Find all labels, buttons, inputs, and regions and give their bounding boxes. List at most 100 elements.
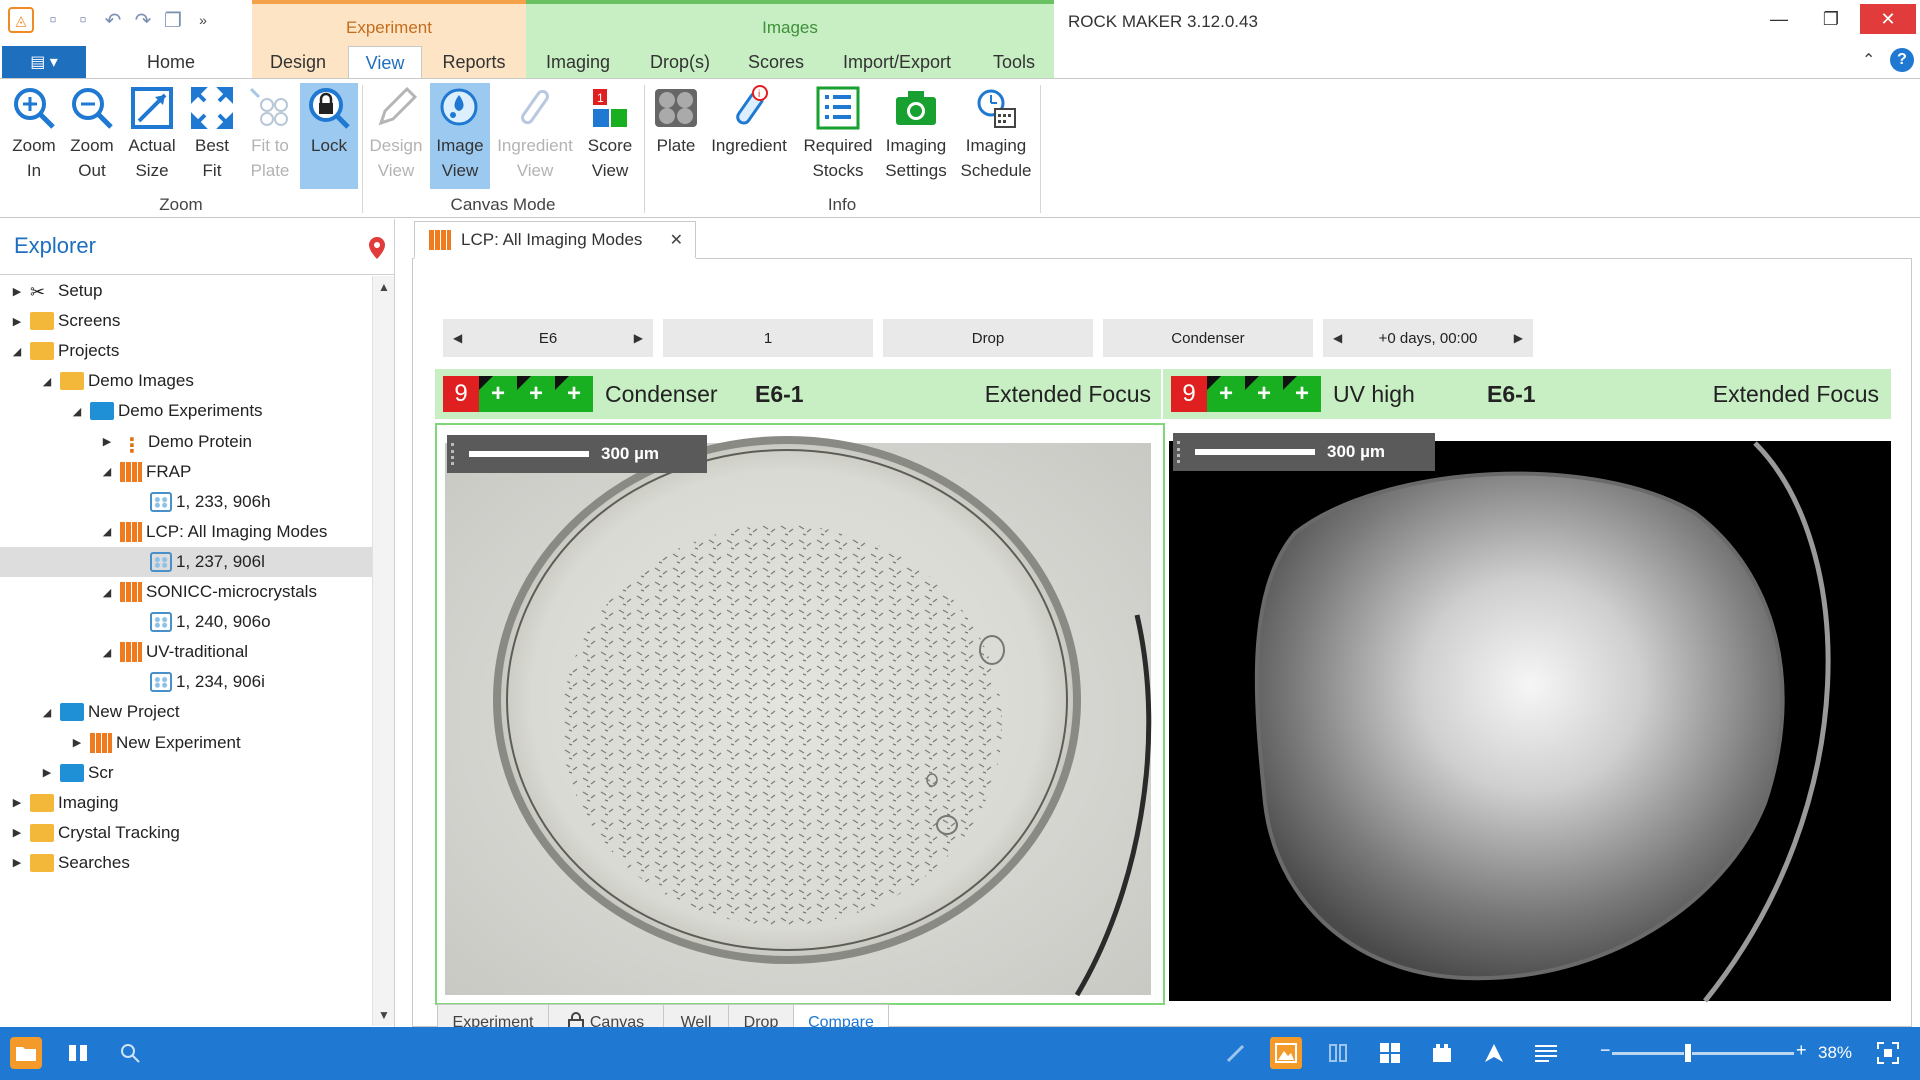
scroll-down-icon[interactable]: ▼ (373, 1004, 395, 1026)
tree-item[interactable]: 1, 234, 906i (0, 667, 372, 697)
tab-home[interactable]: Home (120, 46, 222, 78)
close-button[interactable]: ✕ (1860, 4, 1916, 34)
zoom-slider-thumb[interactable] (1684, 1043, 1692, 1063)
zoom-out-small-icon[interactable]: − (1600, 1040, 1611, 1061)
restore-button[interactable]: ❐ (1808, 4, 1854, 34)
collapse-arrow-icon[interactable]: ◢ (10, 345, 24, 358)
collapse-arrow-icon[interactable]: ◢ (100, 586, 114, 599)
well-selector[interactable]: ◀ E6 ▶ (443, 319, 653, 357)
pin-icon[interactable] (368, 236, 386, 265)
imaging-schedule-button[interactable]: Imaging Schedule (956, 83, 1036, 187)
required-stocks-button[interactable]: Required Stocks (800, 83, 876, 187)
expand-arrow-icon[interactable]: ▶ (10, 856, 24, 869)
drop-selector[interactable]: Drop (883, 319, 1093, 357)
tab-import-export[interactable]: Import/Export (836, 46, 958, 78)
zoom-slider[interactable] (1612, 1052, 1794, 1055)
details-icon[interactable] (1530, 1037, 1562, 1069)
expand-arrow-icon[interactable]: ▶ (10, 826, 24, 839)
right-image-pane[interactable]: 300 µm (1165, 423, 1893, 1005)
imaging-mode-selector[interactable]: Condenser (1103, 319, 1313, 357)
tree-item[interactable]: ◢ FRAP (0, 457, 372, 487)
more-commands-icon[interactable]: » (192, 9, 214, 31)
image-mode-icon[interactable] (1270, 1037, 1302, 1069)
robot-icon[interactable] (1426, 1037, 1458, 1069)
scroll-up-icon[interactable]: ▲ (373, 276, 395, 298)
expand-arrow-icon[interactable]: ▶ (10, 796, 24, 809)
expand-arrow-icon[interactable]: ▶ (100, 435, 114, 448)
collapse-arrow-icon[interactable]: ◢ (100, 465, 114, 478)
score-view-button[interactable]: 1 Score View (580, 83, 640, 187)
lock-button[interactable]: Lock (300, 83, 358, 189)
document-tab[interactable]: LCP: All Imaging Modes ✕ (414, 221, 696, 259)
plate-button[interactable]: Plate (648, 83, 704, 187)
drop-number-selector[interactable]: 1 (663, 319, 873, 357)
collapse-arrow-icon[interactable]: ◢ (100, 646, 114, 659)
copy-icon[interactable]: ❐ (162, 9, 184, 32)
tubes-icon[interactable] (1322, 1037, 1354, 1069)
tree-item[interactable]: ▶ ✂ Setup (0, 276, 372, 306)
tab-scores[interactable]: Scores (738, 46, 814, 78)
expand-arrow-icon[interactable]: ▶ (40, 766, 54, 779)
tab-view[interactable]: View (348, 46, 422, 79)
undo-icon[interactable]: ↶ (102, 9, 124, 32)
zoom-out-button[interactable]: Zoom Out (64, 83, 120, 187)
collapse-arrow-icon[interactable]: ◢ (100, 525, 114, 538)
expand-arrow-icon[interactable]: ▶ (70, 736, 84, 749)
tree-item[interactable]: ◢ Projects (0, 336, 372, 366)
grid-view-icon[interactable] (1374, 1037, 1406, 1069)
tree-item[interactable]: ▶ Searches (0, 848, 372, 878)
navigate-icon[interactable] (1478, 1037, 1510, 1069)
expand-arrow-icon[interactable]: ▶ (10, 315, 24, 328)
pen-icon[interactable] (1220, 1037, 1252, 1069)
left-image-pane[interactable]: 300 µm (435, 423, 1165, 1005)
tree-item[interactable]: ◢ UV-traditional (0, 637, 372, 667)
tab-reports[interactable]: Reports (432, 46, 516, 78)
tree-item[interactable]: ▶ Screens (0, 306, 372, 336)
condenser-drop-image[interactable] (437, 425, 1163, 1003)
next-time-icon[interactable]: ▶ (1514, 331, 1523, 345)
tree-item[interactable]: ◢ New Project (0, 697, 372, 727)
imaging-settings-button[interactable]: Imaging Settings (880, 83, 952, 187)
collapse-ribbon-icon[interactable]: ⌃ (1862, 50, 1875, 70)
save-icon[interactable]: ▫ (42, 9, 64, 31)
tree-item[interactable]: 1, 233, 906h (0, 487, 372, 517)
drag-handle[interactable] (1177, 441, 1180, 463)
save-all-icon[interactable]: ▫ (72, 9, 94, 31)
zoom-in-small-icon[interactable]: + (1796, 1040, 1807, 1061)
uv-drop-image[interactable] (1165, 423, 1893, 1005)
scale-bar[interactable]: 300 µm (447, 435, 707, 473)
tree-item[interactable]: 1, 240, 906o (0, 607, 372, 637)
tree-item[interactable]: ▶ New Experiment (0, 728, 372, 758)
tree-item[interactable]: ▶ ⋮ Demo Protein (0, 427, 372, 457)
explorer-folder-icon[interactable] (10, 1037, 42, 1069)
tab-tools[interactable]: Tools (982, 46, 1046, 78)
scale-bar[interactable]: 300 µm (1173, 433, 1435, 471)
tree-item[interactable]: ◢ LCP: All Imaging Modes (0, 517, 372, 547)
minimize-button[interactable]: — (1756, 4, 1802, 34)
fit-to-plate-button[interactable]: Fit to Plate (242, 83, 298, 187)
tree-item[interactable]: 1, 237, 906l (0, 546, 372, 577)
tree-item[interactable]: ▶ Scr (0, 758, 372, 788)
fit-screen-icon[interactable] (1872, 1037, 1904, 1069)
help-icon[interactable]: ? (1890, 48, 1914, 72)
next-well-icon[interactable]: ▶ (634, 331, 643, 345)
previous-time-icon[interactable]: ◀ (1333, 331, 1342, 345)
columns-icon[interactable] (62, 1037, 94, 1069)
tree-item[interactable]: ◢ Demo Images (0, 366, 372, 396)
redo-icon[interactable]: ↷ (132, 9, 154, 32)
expand-arrow-icon[interactable]: ▶ (10, 285, 24, 298)
collapse-arrow-icon[interactable]: ◢ (40, 375, 54, 388)
tree-item[interactable]: ▶ Crystal Tracking (0, 818, 372, 848)
file-menu-button[interactable]: ▤ ▾ (2, 46, 86, 78)
search-icon[interactable] (114, 1037, 146, 1069)
previous-well-icon[interactable]: ◀ (453, 331, 462, 345)
tab-drops[interactable]: Drop(s) (644, 46, 716, 78)
drag-handle[interactable] (451, 443, 454, 465)
tree-item[interactable]: ◢ SONICC-microcrystals (0, 577, 372, 607)
tab-design[interactable]: Design (252, 46, 344, 78)
tree-item[interactable]: ◢ Demo Experiments (0, 396, 372, 426)
explorer-scrollbar[interactable]: ▲ ▼ (372, 276, 394, 1026)
tab-imaging[interactable]: Imaging (536, 46, 620, 78)
best-fit-button[interactable]: Best Fit (184, 83, 240, 187)
image-view-button[interactable]: Image View (430, 83, 490, 189)
